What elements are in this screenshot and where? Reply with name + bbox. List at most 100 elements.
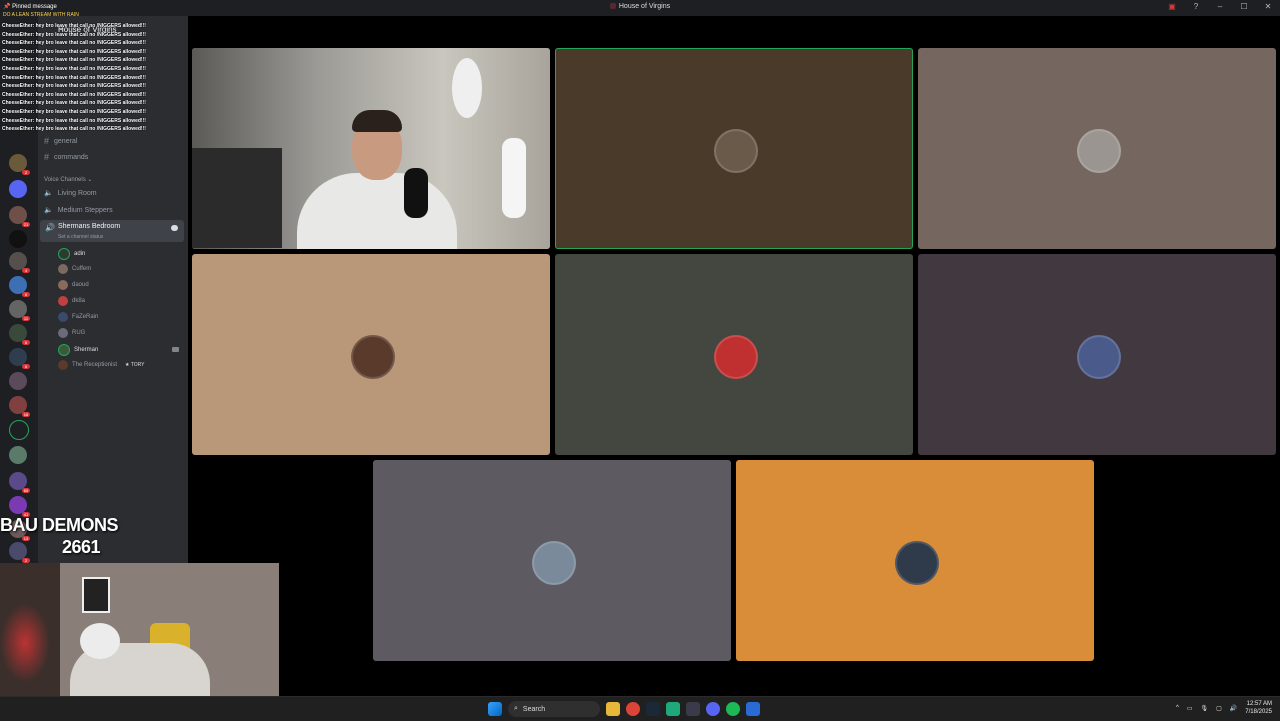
participant-tile[interactable] <box>555 48 913 249</box>
channel-label: Shermans Bedroom <box>58 223 121 230</box>
chat-username: CheeseEther: <box>2 57 35 64</box>
spotify-icon[interactable] <box>726 702 740 716</box>
mention-badge: 11 <box>22 316 30 321</box>
server-icon[interactable]: 21 <box>9 206 30 227</box>
chat-text: hey bro leave that call no /NIGGERS allo… <box>35 66 146 72</box>
server-icon[interactable]: 4 <box>9 252 30 273</box>
chrome-icon[interactable] <box>626 702 640 716</box>
video-tile-camera[interactable] <box>192 48 550 249</box>
pinned-text: DO A LEAN STREAM WITH RAIN <box>3 12 79 18</box>
channel-status[interactable]: Set a channel status <box>58 234 103 240</box>
chat-username: CheeseEther: <box>2 91 35 98</box>
chat-text: hey bro leave that call no /NIGGERS allo… <box>35 100 146 107</box>
camera-statue <box>502 138 526 218</box>
chat-text: hey bro leave that call no /NIGGERS allo… <box>35 109 146 115</box>
server-icon[interactable]: 2 <box>9 154 30 175</box>
avatar <box>58 280 68 290</box>
close-button[interactable]: ✕ <box>1262 2 1274 11</box>
chat-line: CheeseEther: hey bro leave that call no … <box>2 109 146 115</box>
webcam-poster <box>82 577 110 613</box>
mention-badge: 2 <box>22 170 30 175</box>
chat-line: CheeseEther: hey bro leave that call no … <box>2 92 146 98</box>
server-icon[interactable]: 16 <box>9 396 30 417</box>
chat-text: hey bro leave that call no /NIGGERS allo… <box>35 91 146 98</box>
chat-username: CheeseEther: <box>2 117 35 124</box>
participant-tile[interactable] <box>736 460 1094 661</box>
participant-tile[interactable] <box>373 460 731 661</box>
server-icon[interactable] <box>9 420 29 440</box>
avatar <box>714 334 758 379</box>
server-icon[interactable]: 65 <box>9 472 30 493</box>
server-icon[interactable]: 41 <box>9 496 30 517</box>
voice-channel-medium-steppers[interactable]: 🔈 Medium Steppers <box>44 206 113 215</box>
voice-member[interactable]: Cuffem <box>58 264 91 274</box>
mention-badge: 6 <box>22 340 30 345</box>
server-icon[interactable]: 11 <box>9 300 30 321</box>
app-icon[interactable] <box>746 702 760 716</box>
search-box[interactable]: ⌕ Search <box>508 701 600 717</box>
member-name: The Receptionist <box>72 362 118 368</box>
voice-member[interactable]: RUG <box>58 328 85 338</box>
chat-bubble-icon[interactable] <box>171 225 178 231</box>
mention-badge: 21 <box>22 222 30 227</box>
search-label: Search <box>522 705 546 713</box>
voice-channel-shermans-bedroom[interactable]: 🔊 Shermans Bedroom Set a channel status <box>40 220 184 242</box>
monitor-icon[interactable]: ▢ <box>1216 705 1222 712</box>
participant-tile[interactable] <box>918 254 1276 455</box>
avatar <box>532 540 576 585</box>
inbox-icon[interactable]: ▣ <box>1166 2 1178 11</box>
voice-member[interactable]: FaZeRain <box>58 312 98 322</box>
video-icon <box>172 347 179 352</box>
voice-member[interactable]: daoud <box>58 280 89 290</box>
voice-member[interactable]: Sherman <box>58 344 98 356</box>
chat-line: CheeseEther: hey bro leave that call no … <box>2 57 146 63</box>
chat-username: CheeseEther: <box>2 100 35 107</box>
member-name: adin <box>74 251 86 257</box>
file-explorer-icon[interactable] <box>606 702 620 716</box>
voice-member[interactable]: dk8a <box>58 296 85 306</box>
app-icon[interactable] <box>686 702 700 716</box>
participant-tile[interactable] <box>918 48 1276 249</box>
voice-member[interactable]: The Receptionist ★ TORY <box>58 360 145 370</box>
network-icon[interactable]: ▭ <box>1187 705 1193 712</box>
participant-tile[interactable] <box>192 254 550 455</box>
clock-time: 12:57 AM <box>1246 701 1272 707</box>
minimize-button[interactable]: – <box>1214 2 1226 11</box>
server-icon[interactable] <box>9 372 27 390</box>
camera-lamp <box>452 58 482 118</box>
windows-start-icon[interactable] <box>488 702 502 716</box>
discord-home-icon[interactable] <box>9 180 27 198</box>
channel-commands[interactable]: # commands <box>44 152 88 162</box>
webcam-person-head <box>80 623 120 659</box>
server-icon[interactable]: 6 <box>9 348 30 369</box>
member-name: RUG <box>72 330 86 336</box>
discord-icon[interactable] <box>706 702 720 716</box>
category-voice-channels[interactable]: Voice Channels ⌄ <box>44 176 92 183</box>
chat-line: CheeseEther: hey bro leave that call no … <box>2 118 146 124</box>
avatar <box>1077 334 1121 379</box>
clock[interactable]: 12:57 AM 7/18/2025 <box>1245 700 1272 716</box>
help-icon[interactable]: ? <box>1190 2 1202 11</box>
avatar <box>58 248 70 260</box>
avatar <box>714 128 758 173</box>
avatar <box>58 360 68 370</box>
voice-member[interactable]: adin <box>58 248 85 260</box>
steam-icon[interactable] <box>646 702 660 716</box>
participant-tile[interactable] <box>555 254 913 455</box>
camera-couch <box>192 148 282 248</box>
voice-channel-living-room[interactable]: 🔈 Living Room <box>44 189 97 198</box>
microphone-icon[interactable]: 🎙 <box>1201 705 1209 712</box>
server-icon[interactable] <box>9 230 27 248</box>
server-icon[interactable]: 6 <box>9 324 30 345</box>
chat-username: CheeseEther: <box>2 109 35 115</box>
chevron-up-icon[interactable]: ^ <box>1176 705 1179 711</box>
stream-overlay-label: BAU DEMONS 2661 <box>0 514 180 558</box>
maximize-button[interactable]: ☐ <box>1238 2 1250 11</box>
server-icon[interactable] <box>9 446 27 464</box>
member-name: Cuffem <box>72 266 92 272</box>
volume-icon[interactable]: 🔊 <box>1230 705 1237 712</box>
server-icon[interactable]: 6 <box>9 276 30 297</box>
mention-badge: 6 <box>22 292 30 297</box>
chat-line: CheeseEther: hey bro leave that call no … <box>2 75 146 81</box>
app-icon[interactable] <box>666 702 680 716</box>
